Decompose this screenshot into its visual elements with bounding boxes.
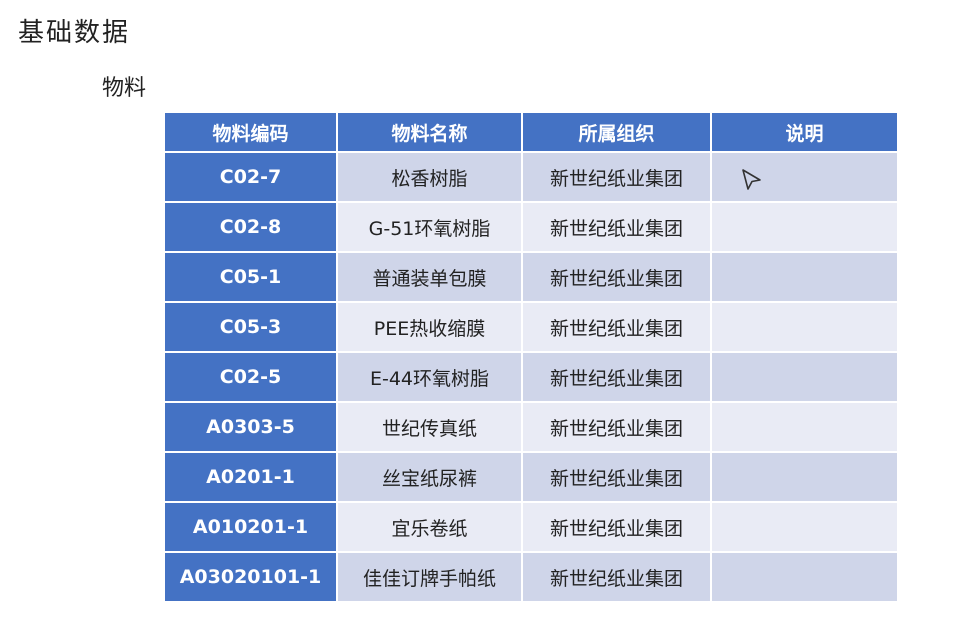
- table-row: A0303-5 世纪传真纸 新世纪纸业集团: [165, 403, 897, 451]
- section-title: 物料: [102, 76, 147, 101]
- cell-description: [712, 403, 897, 451]
- cell-organization: 新世纪纸业集团: [523, 403, 710, 451]
- header-material-name: 物料名称: [338, 113, 521, 151]
- page-title: 基础数据: [18, 18, 131, 48]
- cell-material-code: C05-1: [165, 253, 336, 301]
- cell-material-name: 松香树脂: [338, 153, 521, 201]
- header-material-code: 物料编码: [165, 113, 336, 151]
- cell-material-name: 丝宝纸尿裤: [338, 453, 521, 501]
- cell-description: [712, 553, 897, 601]
- cell-material-code: C02-8: [165, 203, 336, 251]
- cell-organization: 新世纪纸业集团: [523, 253, 710, 301]
- cell-material-code: A010201-1: [165, 503, 336, 551]
- table-row: C05-3 PEE热收缩膜 新世纪纸业集团: [165, 303, 897, 351]
- header-description: 说明: [712, 113, 897, 151]
- cell-organization: 新世纪纸业集团: [523, 553, 710, 601]
- cell-material-code: C02-5: [165, 353, 336, 401]
- table-header-row: 物料编码 物料名称 所属组织 说明: [165, 113, 897, 151]
- materials-table-container: 物料编码 物料名称 所属组织 说明 C02-7 松香树脂 新世纪纸业集团 C02…: [165, 113, 897, 601]
- cell-material-code: A0303-5: [165, 403, 336, 451]
- cell-material-code: A0201-1: [165, 453, 336, 501]
- mouse-pointer-icon: [742, 169, 761, 190]
- table-row: C02-8 G-51环氧树脂 新世纪纸业集团: [165, 203, 897, 251]
- cell-description: [712, 503, 897, 551]
- cell-material-name: 普通装单包膜: [338, 253, 521, 301]
- cell-description: [712, 303, 897, 351]
- table-row: C02-7 松香树脂 新世纪纸业集团: [165, 153, 897, 201]
- table-row: A03020101-1 佳佳订牌手帕纸 新世纪纸业集团: [165, 553, 897, 601]
- cell-material-name: 世纪传真纸: [338, 403, 521, 451]
- cell-material-name: 宜乐卷纸: [338, 503, 521, 551]
- cell-description: [712, 203, 897, 251]
- table-row: A0201-1 丝宝纸尿裤 新世纪纸业集团: [165, 453, 897, 501]
- cell-organization: 新世纪纸业集团: [523, 303, 710, 351]
- cell-organization: 新世纪纸业集团: [523, 353, 710, 401]
- cell-description: [712, 453, 897, 501]
- materials-table: 物料编码 物料名称 所属组织 说明 C02-7 松香树脂 新世纪纸业集团 C02…: [163, 111, 899, 603]
- cell-organization: 新世纪纸业集团: [523, 503, 710, 551]
- table-row: C02-5 E-44环氧树脂 新世纪纸业集团: [165, 353, 897, 401]
- cell-material-code: C02-7: [165, 153, 336, 201]
- cell-material-code: C05-3: [165, 303, 336, 351]
- cell-material-name: PEE热收缩膜: [338, 303, 521, 351]
- cell-organization: 新世纪纸业集团: [523, 453, 710, 501]
- table-row: C05-1 普通装单包膜 新世纪纸业集团: [165, 253, 897, 301]
- cell-description: [712, 253, 897, 301]
- header-organization: 所属组织: [523, 113, 710, 151]
- cell-organization: 新世纪纸业集团: [523, 203, 710, 251]
- table-row: A010201-1 宜乐卷纸 新世纪纸业集团: [165, 503, 897, 551]
- cell-description: [712, 353, 897, 401]
- cell-organization: 新世纪纸业集团: [523, 153, 710, 201]
- cell-material-code: A03020101-1: [165, 553, 336, 601]
- cell-material-name: G-51环氧树脂: [338, 203, 521, 251]
- cell-material-name: E-44环氧树脂: [338, 353, 521, 401]
- cell-material-name: 佳佳订牌手帕纸: [338, 553, 521, 601]
